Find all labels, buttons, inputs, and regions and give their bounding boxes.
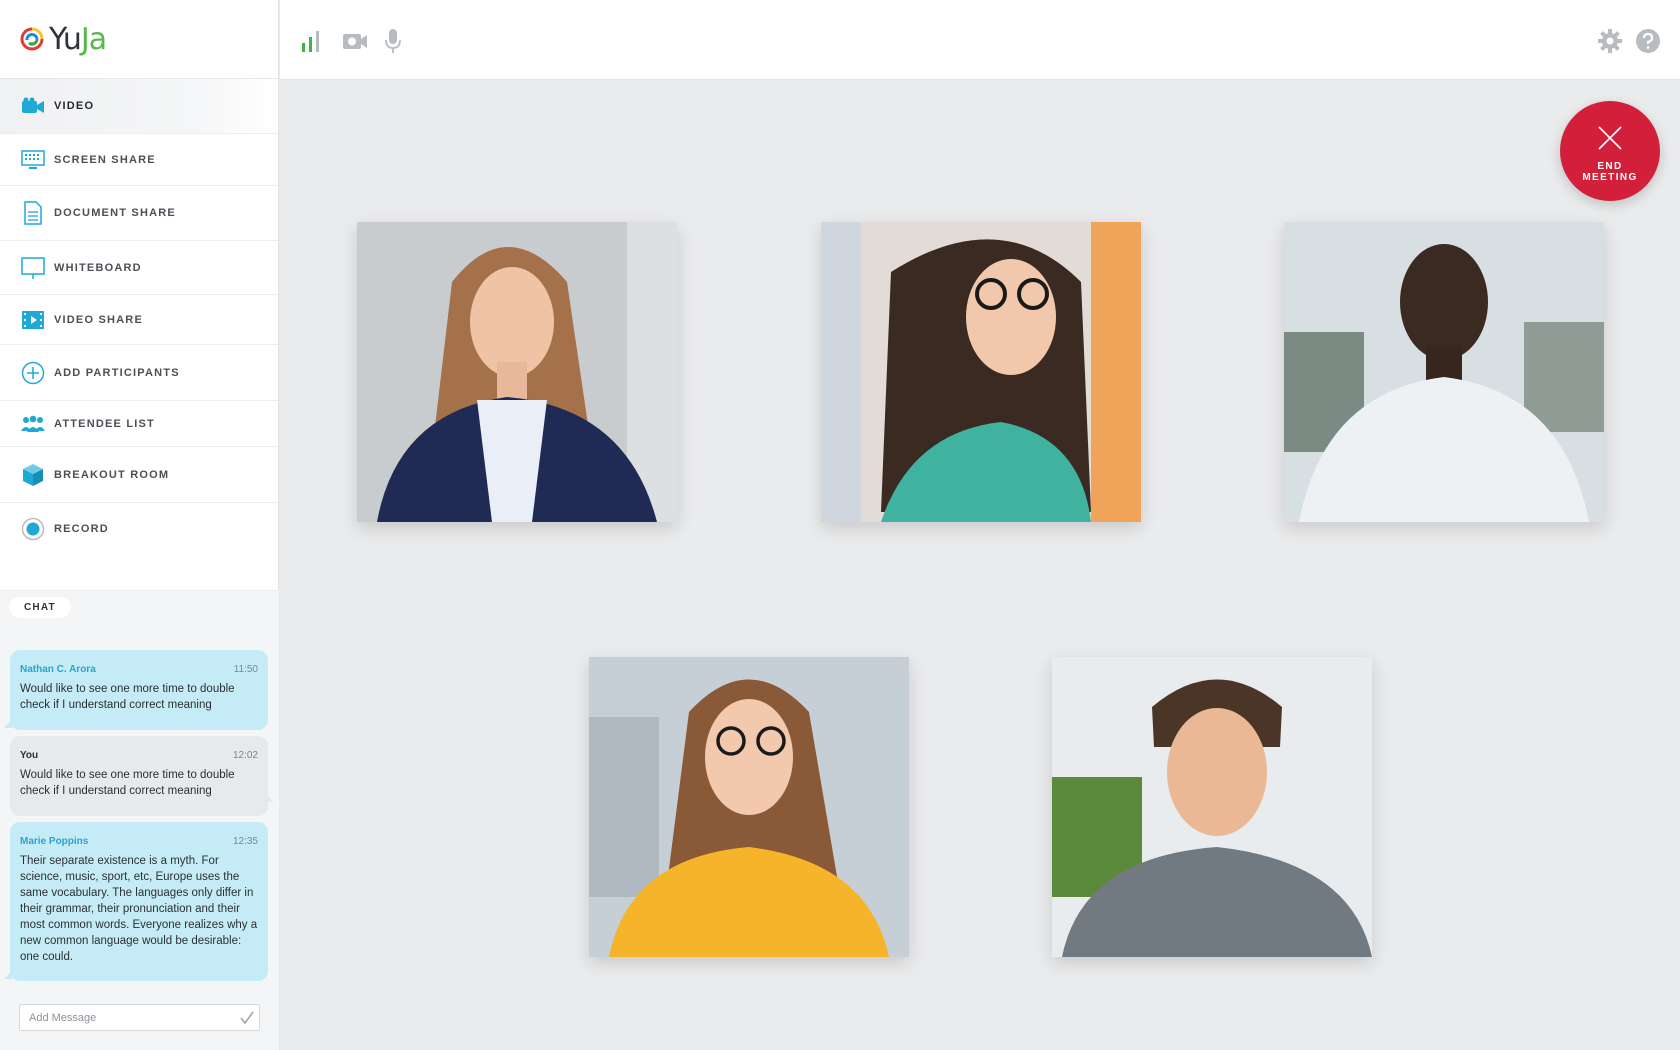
logo-text-ja: Ja [80, 21, 107, 57]
signal-bars-icon[interactable] [298, 28, 324, 54]
film-strip-icon [20, 307, 46, 333]
sidebar-nav: VIDEO SCREEN SHARE DOCUMENT SHARE WHITEB… [0, 79, 278, 555]
participant-man-grey-shirt-video [1052, 657, 1372, 957]
chat-panel: CHAT Nathan C. Arora 11:50 Would like to… [0, 590, 279, 1050]
send-check-icon[interactable] [239, 1010, 255, 1026]
sidebar-item-video-share[interactable]: VIDEO SHARE [0, 295, 278, 345]
sidebar-item-document-share[interactable]: DOCUMENT SHARE [0, 186, 278, 241]
sidebar-item-label: BREAKOUT ROOM [54, 468, 170, 481]
sidebar-item-attendee-list[interactable]: ATTENDEE LIST [0, 401, 278, 447]
chat-text: Would like to see one more time to doubl… [20, 683, 235, 711]
bubble-tail [266, 794, 274, 802]
sidebar-item-whiteboard[interactable]: WHITEBOARD [0, 241, 278, 295]
video-tile[interactable] [1284, 222, 1604, 522]
end-meeting-button[interactable]: END MEETING [1560, 101, 1660, 201]
gear-icon[interactable] [1597, 28, 1623, 54]
bubble-tail [4, 720, 12, 728]
message-input[interactable] [19, 1004, 260, 1031]
chat-message: You 12:02 Would like to see one more tim… [10, 736, 274, 816]
sidebar-item-screen-share[interactable]: SCREEN SHARE [0, 134, 278, 186]
microphone-icon[interactable] [380, 28, 406, 54]
logo-text-yu: Yu [49, 21, 82, 57]
sidebar-item-label: VIDEO [54, 100, 95, 112]
whiteboard-icon [20, 255, 46, 281]
video-tile[interactable] [821, 222, 1141, 522]
sidebar-item-label: WHITEBOARD [54, 261, 142, 274]
sidebar-item-label: DOCUMENT SHARE [54, 207, 176, 219]
people-icon [20, 411, 46, 437]
top-toolbar [280, 0, 1680, 80]
video-camera-icon [20, 93, 46, 119]
end-meeting-label: END MEETING [1582, 161, 1638, 183]
bubble-tail [4, 971, 12, 979]
video-tile[interactable] [1052, 657, 1372, 957]
sidebar-item-label: VIDEO SHARE [54, 313, 143, 326]
yuja-swirl-icon [20, 27, 44, 51]
sidebar-item-label: ADD PARTICIPANTS [54, 366, 180, 379]
cube-icon [20, 462, 46, 488]
sidebar-item-label: ATTENDEE LIST [54, 417, 155, 430]
participant-woman-blazer-video [357, 222, 677, 522]
chat-message: Nathan C. Arora 11:50 Would like to see … [4, 650, 268, 730]
video-tile[interactable] [357, 222, 677, 522]
sidebar-item-label: SCREEN SHARE [54, 153, 156, 166]
participant-man-white-shirt-video [1284, 222, 1604, 522]
sidebar-item-label: RECORD [54, 523, 109, 535]
chat-text: Would like to see one more time to doubl… [20, 769, 235, 797]
sidebar-item-breakout-room[interactable]: BREAKOUT ROOM [0, 447, 278, 503]
chat-time: 12:35 [232, 836, 258, 847]
chat-sender: Marie Poppins [20, 836, 89, 847]
chat-time: 11:50 [233, 664, 258, 675]
chat-text: Their separate existence is a myth. For … [20, 855, 258, 963]
chat-tab[interactable]: CHAT [9, 597, 71, 618]
record-icon [20, 516, 46, 542]
close-icon [1598, 126, 1622, 150]
sidebar-item-record[interactable]: RECORD [0, 503, 278, 555]
participant-woman-glasses-video [821, 222, 1141, 522]
video-tile[interactable] [589, 657, 909, 957]
sidebar-item-video[interactable]: VIDEO [0, 79, 278, 134]
help-icon[interactable] [1635, 28, 1661, 54]
document-icon [20, 200, 46, 226]
camera-icon[interactable] [342, 28, 368, 54]
chat-time: 12:02 [232, 750, 258, 761]
screen-share-icon [20, 147, 46, 173]
sidebar: YuJa VIDEO SCREEN SHARE DOCUMENT SHARE W… [0, 0, 279, 1050]
participant-woman-yellow-video [589, 657, 909, 957]
yuja-logo[interactable]: YuJa [0, 0, 278, 79]
chat-sender: Nathan C. Arora [20, 664, 96, 675]
sidebar-item-add-participants[interactable]: ADD PARTICIPANTS [0, 345, 278, 401]
plus-circle-icon [20, 360, 46, 386]
chat-sender: You [20, 750, 39, 761]
chat-message: Marie Poppins 12:35 Their separate exist… [4, 822, 268, 981]
